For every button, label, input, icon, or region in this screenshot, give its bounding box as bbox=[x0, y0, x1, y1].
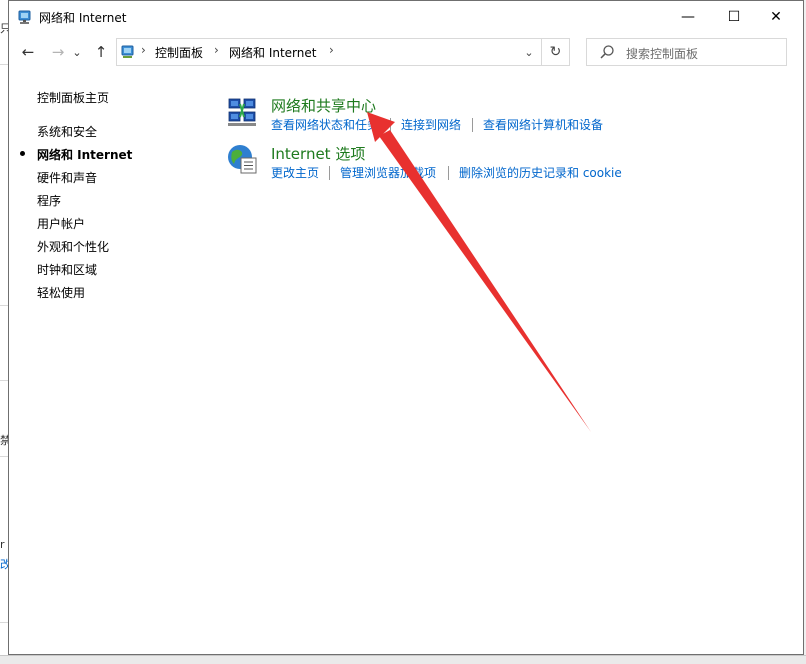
link-divider bbox=[472, 118, 473, 132]
link-divider bbox=[329, 166, 330, 180]
breadcrumb-chevron-icon[interactable]: › bbox=[329, 43, 334, 57]
sidebar-item-system-security[interactable]: 系统和安全 bbox=[37, 123, 97, 140]
connect-to-network-link[interactable]: 连接到网络 bbox=[401, 116, 461, 133]
up-button[interactable]: ↑ bbox=[90, 40, 112, 64]
navigation-bar: ← → ⌄ ↑ › 控制面板 › 网络和 Internet › ⌄ ↻ 搜索控制… bbox=[9, 32, 803, 72]
sidebar-item-programs[interactable]: 程序 bbox=[37, 192, 61, 209]
maximize-button[interactable]: ☐ bbox=[711, 1, 757, 32]
internet-options-title[interactable]: Internet 选项 bbox=[271, 143, 365, 164]
link-divider bbox=[390, 118, 391, 132]
close-button[interactable]: ✕ bbox=[753, 1, 799, 32]
search-icon bbox=[600, 45, 614, 59]
minimize-button[interactable]: — bbox=[665, 1, 711, 32]
sidebar-item-appearance[interactable]: 外观和个性化 bbox=[37, 238, 109, 255]
refresh-button[interactable]: ↻ bbox=[541, 38, 570, 66]
sidebar-control-panel-home[interactable]: 控制面板主页 bbox=[37, 89, 109, 106]
sidebar-item-user-accounts[interactable]: 用户帐户 bbox=[37, 215, 85, 232]
control-panel-icon bbox=[121, 45, 134, 58]
back-button[interactable]: ← bbox=[17, 40, 39, 64]
title-bar[interactable]: 网络和 Internet — ☐ ✕ bbox=[9, 1, 803, 32]
network-sharing-center-title[interactable]: 网络和共享中心 bbox=[271, 95, 376, 116]
recent-locations-button[interactable]: ⌄ bbox=[70, 40, 84, 64]
breadcrumb-chevron-icon[interactable]: › bbox=[214, 43, 219, 57]
breadcrumb-network-internet[interactable]: 网络和 Internet bbox=[229, 44, 316, 61]
sidebar-item-ease-of-access[interactable]: 轻松使用 bbox=[37, 284, 85, 301]
breadcrumb-control-panel[interactable]: 控制面板 bbox=[155, 44, 203, 61]
manage-browser-addons-link[interactable]: 管理浏览器加载项 bbox=[340, 164, 436, 181]
sidebar-item-network-internet[interactable]: 网络和 Internet bbox=[37, 146, 132, 163]
network-sharing-center-icon[interactable] bbox=[226, 96, 258, 128]
delete-browsing-history-link[interactable]: 删除浏览的历史记录和 cookie bbox=[459, 164, 622, 181]
control-panel-window: 网络和 Internet — ☐ ✕ ← → ⌄ ↑ › 控制面板 › 网络和 … bbox=[8, 0, 804, 655]
network-globe-icon bbox=[18, 10, 31, 24]
address-bar[interactable]: › 控制面板 › 网络和 Internet › ⌄ bbox=[116, 38, 542, 66]
sidebar-item-clock-region[interactable]: 时钟和区域 bbox=[37, 261, 97, 278]
change-home-page-link[interactable]: 更改主页 bbox=[271, 164, 319, 181]
view-network-status-link[interactable]: 查看网络状态和任务 bbox=[271, 116, 379, 133]
sidebar: 控制面板主页 系统和安全 网络和 Internet 硬件和声音 程序 用户帐户 … bbox=[9, 72, 209, 632]
search-input[interactable]: 搜索控制面板 bbox=[626, 45, 698, 62]
active-bullet-icon bbox=[20, 151, 25, 156]
search-box[interactable]: 搜索控制面板 bbox=[586, 38, 787, 66]
forward-button[interactable]: → bbox=[47, 40, 69, 64]
internet-options-icon[interactable] bbox=[226, 143, 258, 175]
link-divider bbox=[448, 166, 449, 180]
view-network-computers-link[interactable]: 查看网络计算机和设备 bbox=[483, 116, 603, 133]
window-title: 网络和 Internet bbox=[39, 11, 127, 25]
address-dropdown-button[interactable]: ⌄ bbox=[519, 42, 539, 62]
breadcrumb-chevron-icon[interactable]: › bbox=[141, 43, 146, 57]
sidebar-item-hardware-sound[interactable]: 硬件和声音 bbox=[37, 169, 97, 186]
